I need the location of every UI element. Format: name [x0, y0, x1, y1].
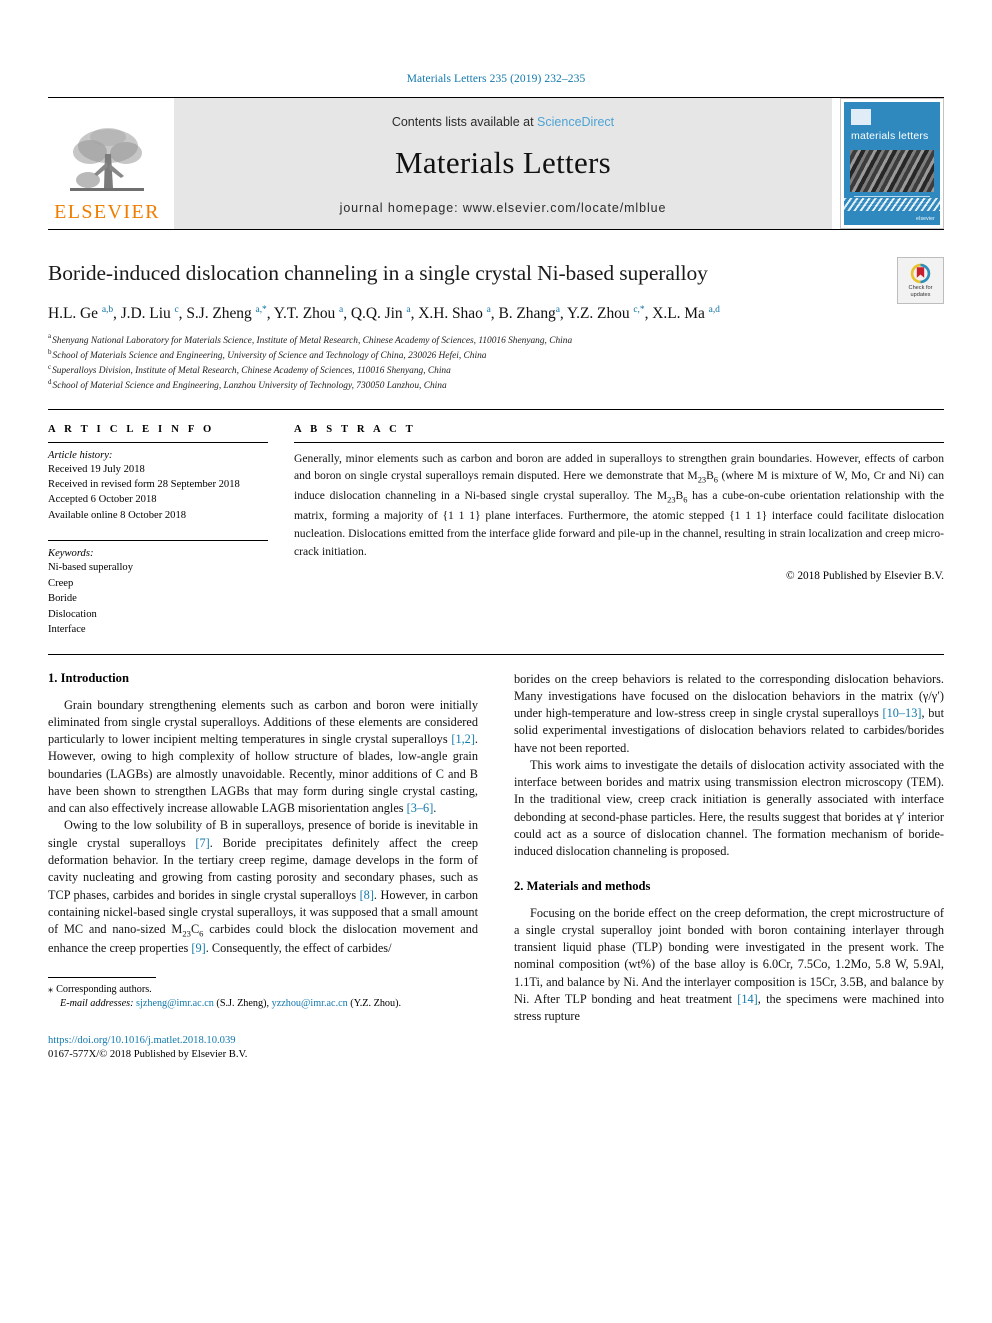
- affiliation-item: aShenyang National Laboratory for Materi…: [48, 332, 944, 349]
- issn-copyright-line: 0167-577X/© 2018 Published by Elsevier B…: [48, 1049, 248, 1061]
- history-item: Accepted 6 October 2018: [48, 494, 157, 506]
- affiliation-mark: c: [48, 362, 52, 371]
- keywords-label: Keywords:: [48, 548, 94, 560]
- abstract-text: Generally, minor elements such as carbon…: [294, 451, 944, 558]
- affiliation-item: dSchool of Material Science and Engineer…: [48, 379, 944, 394]
- section-heading-materials-and-methods: 2. Materials and methods: [514, 878, 651, 893]
- affiliation-mark: a: [48, 332, 52, 341]
- footnote-star-icon: ⁎: [48, 983, 54, 995]
- paragraph: Grain boundary strengthening elements su…: [48, 697, 478, 816]
- elsevier-logo: ELSEVIER: [48, 98, 166, 229]
- contents-available-line: Contents lists available at ScienceDirec…: [392, 115, 614, 129]
- keyword-item: Dislocation: [48, 608, 97, 620]
- author-list: H.L. Ge a,b, J.D. Liu c, S.J. Zheng a,*,…: [48, 304, 720, 322]
- affiliation-item: bSchool of Materials Science and Enginee…: [48, 347, 944, 364]
- page-title: Boride-induced dislocation channeling in…: [48, 261, 708, 285]
- cover-wave-pattern: [844, 198, 940, 211]
- abstract-copyright: © 2018 Published by Elsevier B.V.: [785, 570, 944, 583]
- article-info-rule: [48, 441, 268, 443]
- keyword-item: Ni-based superalloy: [48, 562, 134, 574]
- sciencedirect-link[interactable]: ScienceDirect: [537, 115, 614, 129]
- cover-journal-name: materials letters: [851, 130, 929, 142]
- journal-band: Contents lists available at ScienceDirec…: [174, 98, 832, 229]
- contents-prefix: Contents lists available at: [391, 114, 534, 129]
- crossmark-label: Check for updates: [908, 285, 933, 298]
- article-history-list: Received 19 July 2018 Received in revise…: [48, 462, 268, 524]
- affiliation-mark: b: [48, 347, 52, 356]
- article-history-label: Article history:: [48, 449, 113, 461]
- elsevier-tree-icon: [70, 128, 144, 191]
- cover-micrograph-image: [850, 150, 934, 192]
- email-addresses-label: E-mail addresses:: [60, 998, 134, 1010]
- running-head: Materials Letters 235 (2019) 232–235: [406, 73, 586, 85]
- history-item: Available online 8 October 2018: [48, 509, 187, 521]
- cover-footer-logo: elsevier: [916, 216, 935, 222]
- article-info-heading: A R T I C L E I N F O: [48, 423, 215, 435]
- abstract-column: A B S T R A C T Generally, minor element…: [292, 424, 944, 638]
- footnote-email-line: E-mail addresses: sjzheng@imr.ac.cn (S.J…: [48, 997, 478, 1011]
- keyword-item: Creep: [48, 577, 74, 589]
- affiliation-text: School of Material Science and Engineeri…: [52, 381, 447, 392]
- journal-homepage[interactable]: journal homepage: www.elsevier.com/locat…: [340, 201, 667, 215]
- affiliation-text: School of Materials Science and Engineer…: [52, 350, 487, 361]
- email-owner-zheng: (S.J. Zheng),: [216, 998, 270, 1010]
- keyword-item: Interface: [48, 624, 86, 636]
- crossmark-icon: [910, 263, 931, 284]
- affiliation-mark: d: [48, 378, 52, 387]
- history-item: Received 19 July 2018: [48, 463, 145, 475]
- elsevier-wordmark: ELSEVIER: [54, 201, 160, 223]
- journal-masthead: ELSEVIER Contents lists available at Sci…: [48, 97, 944, 230]
- email-owner-zhou: (Y.Z. Zhou).: [350, 998, 402, 1010]
- paragraph: borides on the creep behaviors is relate…: [514, 671, 944, 755]
- info-abstract-region: A R T I C L E I N F O Article history: R…: [48, 408, 944, 638]
- section-heading-introduction: 1. Introduction: [48, 670, 129, 685]
- body-columns: 1. Introduction Grain boundary strengthe…: [48, 653, 944, 1063]
- history-item: Received in revised form 28 September 20…: [48, 478, 240, 490]
- footnote-corresponding-text: Corresponding authors.: [56, 983, 152, 995]
- article-info-column: A R T I C L E I N F O Article history: R…: [48, 424, 292, 638]
- cover-publisher-badge: [851, 109, 871, 125]
- body-column-right: borides on the creep behaviors is relate…: [514, 671, 944, 1063]
- doi-block: https://doi.org/10.1016/j.matlet.2018.10…: [48, 1034, 478, 1063]
- keywords-list: Ni-based superalloy Creep Boride Disloca…: [48, 560, 268, 637]
- footnote-corresponding-line: ⁎ Corresponding authors.: [48, 983, 478, 997]
- body-column-left: 1. Introduction Grain boundary strengthe…: [48, 671, 478, 1063]
- paper-page: Materials Letters 235 (2019) 232–235 ELS…: [0, 0, 992, 1323]
- abstract-heading: A B S T R A C T: [294, 423, 416, 435]
- title-block: Boride-induced dislocation channeling in…: [48, 257, 944, 395]
- footnote-rule: [48, 976, 156, 978]
- email-link-zhou[interactable]: yzzhou@imr.ac.cn: [272, 998, 348, 1009]
- paragraph: Owing to the low solubility of B in supe…: [48, 818, 479, 955]
- doi-link[interactable]: https://doi.org/10.1016/j.matlet.2018.10…: [48, 1034, 478, 1049]
- keyword-item: Boride: [48, 593, 77, 605]
- email-link-zheng[interactable]: sjzheng@imr.ac.cn: [136, 998, 214, 1009]
- corresponding-author-footnote: ⁎ Corresponding authors. E-mail addresses…: [48, 971, 478, 1012]
- masthead-bottom-rule: [48, 229, 944, 230]
- crossmark-badge[interactable]: Check for updates: [897, 257, 944, 304]
- affiliation-item: cSuperalloys Division, Institute of Meta…: [48, 362, 944, 379]
- paragraph: Focusing on the boride effect on the cre…: [514, 905, 944, 1024]
- paragraph: This work aims to investigate the detail…: [514, 757, 944, 859]
- journal-title: Materials Letters: [395, 144, 611, 180]
- affiliation-list: aShenyang National Laboratory for Materi…: [48, 332, 944, 395]
- affiliation-text: Shenyang National Laboratory for Materia…: [52, 335, 573, 346]
- abstract-rule: [294, 441, 944, 443]
- affiliation-text: Superalloys Division, Institute of Metal…: [52, 366, 451, 377]
- keywords-block: Keywords: Ni-based superalloy Creep Bori…: [48, 540, 268, 637]
- journal-cover-thumbnail[interactable]: materials letters elsevier: [840, 98, 944, 229]
